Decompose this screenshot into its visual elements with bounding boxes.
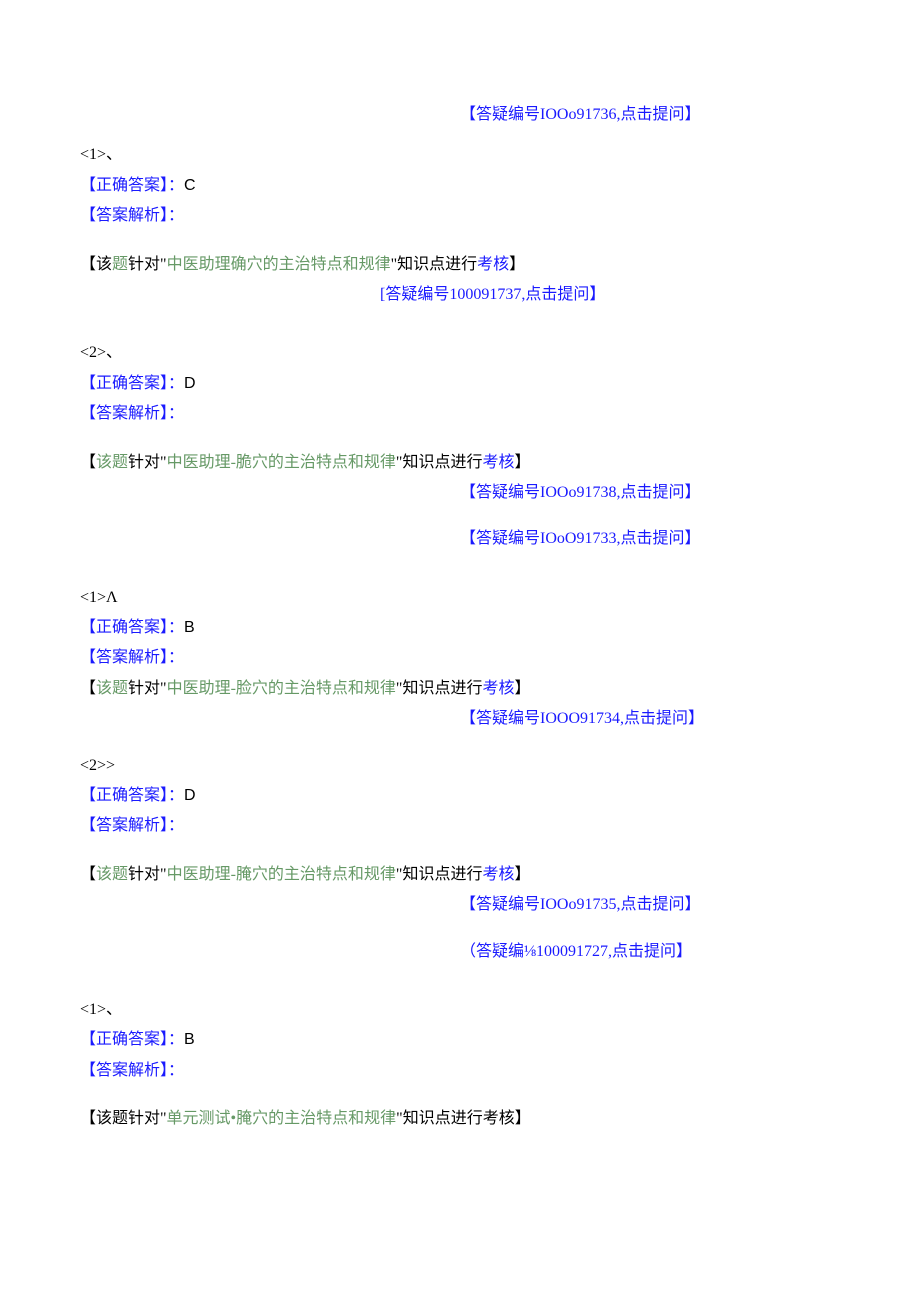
knowledge-topic-text: 单元测试•腌穴的主治特点和规律 xyxy=(167,1110,397,1127)
item-number: <2>、 xyxy=(80,338,840,368)
explain-label: 【答案解析】： xyxy=(80,201,840,231)
correct-answer-line: 【正确答案】：D xyxy=(80,369,840,399)
correct-answer-value: D xyxy=(184,375,196,392)
knowledge-topic: 题 xyxy=(112,256,128,273)
correct-answer-label: 【正确答案】： xyxy=(80,619,184,636)
assess-word: 考核 xyxy=(482,454,514,471)
correct-answer-line: 【正确答案】：D xyxy=(80,781,840,811)
knowledge-start: 该题 xyxy=(96,866,128,883)
document-page: 【答疑编号IOOo91736,点击提问】 <1>、 【正确答案】：C 【答案解析… xyxy=(0,0,920,1301)
correct-answer-value: B xyxy=(184,619,195,636)
knowledge-point-line: 【该题针对"中医助理-脆穴的主治特点和规律"知识点进行考核】 xyxy=(80,448,840,478)
correct-answer-value: C xyxy=(184,177,196,194)
qa-ref-link[interactable]: 【答疑编号IOOo91736,点击提问】 xyxy=(460,100,840,130)
qa-ref-link[interactable]: 【答疑编号IOOo91735,点击提问】 xyxy=(460,890,840,920)
item-number: <1>、 xyxy=(80,995,840,1025)
explain-label: 【答案解析】： xyxy=(80,1056,840,1086)
knowledge-point-line: 【该题针对"中医助理确穴的主治特点和规律"知识点进行考核】 xyxy=(80,250,840,280)
knowledge-start: 该题 xyxy=(96,454,128,471)
explain-label: 【答案解析】： xyxy=(80,399,840,429)
qa-ref-link[interactable]: 【答疑编号IOoO91733,点击提问】 xyxy=(460,524,840,554)
assess-word: 考核 xyxy=(482,866,514,883)
correct-answer-line: 【正确答案】：B xyxy=(80,1025,840,1055)
correct-answer-label: 【正确答案】： xyxy=(80,375,184,392)
correct-answer-label: 【正确答案】： xyxy=(80,1031,184,1048)
item-number: <2>> xyxy=(80,751,840,781)
item-number: <1>Λ xyxy=(80,583,840,613)
assess-word: 考核 xyxy=(482,680,514,697)
qa-ref-link[interactable]: （答疑编⅛100091727,点击提问】 xyxy=(460,937,840,967)
correct-answer-label: 【正确答案】： xyxy=(80,177,184,194)
qa-ref-link[interactable]: 【答疑编号IOOO91734,点击提问】 xyxy=(460,704,840,734)
knowledge-topic-text: 中医助理确穴的主治特点和规律 xyxy=(167,256,391,273)
knowledge-topic-text: 中医助理-腌穴的主治特点和规律 xyxy=(167,866,396,883)
knowledge-point-line: 【该题针对"单元测试•腌穴的主治特点和规律"知识点进行考核】 xyxy=(80,1104,840,1134)
explain-label: 【答案解析】： xyxy=(80,811,840,841)
correct-answer-line: 【正确答案】：C xyxy=(80,171,840,201)
knowledge-point-line: 【该题针对"中医助理-腌穴的主治特点和规律"知识点进行考核】 xyxy=(80,860,840,890)
qa-ref-link[interactable]: 【答疑编号IOOo91738,点击提问】 xyxy=(460,478,840,508)
knowledge-start: 该题 xyxy=(96,680,128,697)
correct-answer-value: D xyxy=(184,787,196,804)
assess-word: 考核 xyxy=(477,256,509,273)
correct-answer-label: 【正确答案】： xyxy=(80,787,184,804)
item-number: <1>、 xyxy=(80,140,840,170)
knowledge-topic-text: 中医助理-脆穴的主治特点和规律 xyxy=(167,454,396,471)
knowledge-topic-text: 中医助理-脸穴的主治特点和规律 xyxy=(167,680,396,697)
qa-ref-link[interactable]: [答疑编号100091737,点击提问】 xyxy=(380,280,840,310)
correct-answer-value: B xyxy=(184,1031,195,1048)
knowledge-point-line: 【该题针对"中医助理-脸穴的主治特点和规律"知识点进行考核】 xyxy=(80,674,840,704)
explain-label: 【答案解析】： xyxy=(80,643,840,673)
correct-answer-line: 【正确答案】：B xyxy=(80,613,840,643)
